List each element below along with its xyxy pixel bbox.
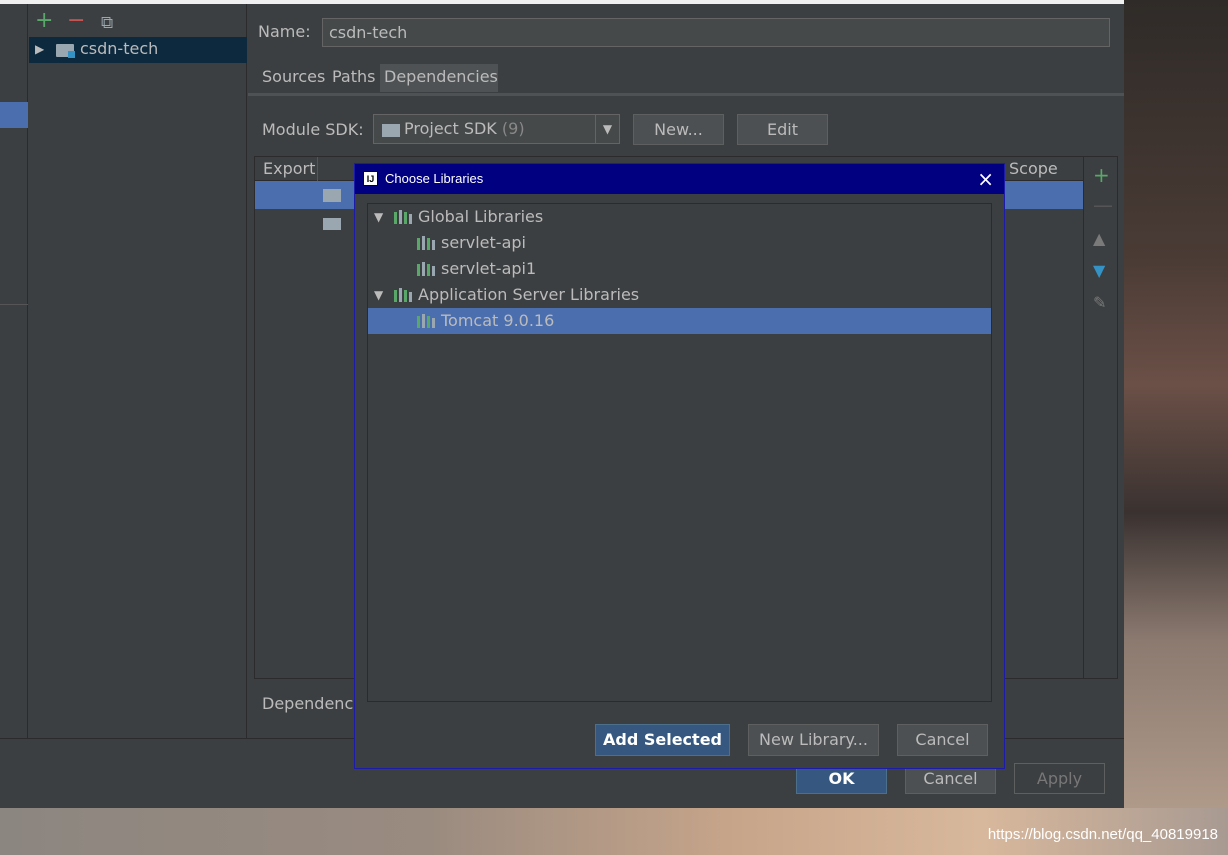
module-folder-icon bbox=[56, 44, 75, 58]
tab-sources[interactable]: Sources bbox=[258, 64, 326, 92]
new-sdk-button[interactable]: New... bbox=[633, 114, 724, 145]
edit-pencil-icon[interactable]: ✎ bbox=[1093, 293, 1106, 312]
move-down-icon[interactable]: ▼ bbox=[1093, 261, 1105, 280]
dependencies-toolbar: + — ▲ ▼ ✎ bbox=[1084, 156, 1118, 679]
dialog-title-bar[interactable]: IJ Choose Libraries × bbox=[355, 164, 1004, 194]
choose-libraries-dialog: IJ Choose Libraries × ▼ Global Libraries… bbox=[354, 163, 1005, 769]
library-icon bbox=[394, 288, 412, 302]
chevron-down-icon[interactable]: ▼ bbox=[595, 115, 619, 143]
tree-node-global-libraries[interactable]: ▼ Global Libraries bbox=[368, 204, 991, 230]
tab-dependencies[interactable]: Dependencies bbox=[380, 64, 498, 92]
module-sdk-select[interactable]: Project SDK (9) ▼ bbox=[373, 114, 620, 144]
libraries-tree: ▼ Global Libraries servlet-api servlet-a… bbox=[367, 203, 992, 702]
library-icon bbox=[417, 314, 435, 328]
module-list-panel: + − ⧉ ▶ csdn-tech bbox=[29, 4, 247, 738]
tree-node-label: Global Libraries bbox=[418, 207, 544, 226]
desktop-wallpaper bbox=[1124, 0, 1228, 855]
tree-node-servlet-api1[interactable]: servlet-api1 bbox=[368, 256, 991, 282]
add-selected-button[interactable]: Add Selected bbox=[595, 724, 730, 756]
settings-nav-selected-item[interactable] bbox=[0, 102, 28, 128]
close-icon[interactable]: × bbox=[977, 167, 994, 191]
module-item-csdn-tech[interactable]: ▶ csdn-tech bbox=[29, 37, 247, 63]
tree-node-label: Tomcat 9.0.16 bbox=[441, 311, 555, 330]
library-icon bbox=[417, 262, 435, 276]
expand-arrow-icon[interactable]: ▶ bbox=[35, 42, 44, 56]
add-module-icon[interactable]: + bbox=[35, 10, 53, 32]
column-divider bbox=[317, 157, 318, 181]
intellij-logo-icon: IJ bbox=[363, 171, 378, 186]
tree-node-application-server-libraries[interactable]: ▼ Application Server Libraries bbox=[368, 282, 991, 308]
remove-dependency-icon[interactable]: — bbox=[1093, 193, 1113, 217]
library-icon bbox=[394, 210, 412, 224]
module-item-label: csdn-tech bbox=[80, 39, 159, 58]
copy-module-icon[interactable]: ⧉ bbox=[101, 12, 113, 34]
watermark: https://blog.csdn.net/qq_40819918 bbox=[987, 826, 1218, 843]
settings-nav-divider bbox=[0, 304, 28, 305]
apply-button[interactable]: Apply bbox=[1014, 763, 1105, 794]
expanded-arrow-icon[interactable]: ▼ bbox=[374, 204, 383, 230]
remove-module-icon[interactable]: − bbox=[67, 10, 85, 32]
name-label: Name: bbox=[258, 22, 311, 41]
dependencies-format-label: Dependenci bbox=[262, 694, 358, 713]
sdk-folder-icon bbox=[382, 124, 400, 137]
col-export-header[interactable]: Export bbox=[263, 159, 315, 178]
tree-node-servlet-api[interactable]: servlet-api bbox=[368, 230, 991, 256]
tab-paths[interactable]: Paths bbox=[328, 64, 376, 92]
module-sdk-label: Module SDK: bbox=[262, 120, 364, 139]
new-library-button[interactable]: New Library... bbox=[748, 724, 879, 756]
tree-node-label: servlet-api1 bbox=[441, 259, 537, 278]
name-input[interactable]: csdn-tech bbox=[322, 18, 1110, 47]
add-dependency-icon[interactable]: + bbox=[1093, 163, 1110, 187]
settings-nav-strip bbox=[0, 4, 28, 738]
tree-node-label: servlet-api bbox=[441, 233, 526, 252]
module-sdk-value: Project SDK (9) bbox=[404, 119, 525, 138]
sdk-folder-icon bbox=[323, 189, 341, 202]
expanded-arrow-icon[interactable]: ▼ bbox=[374, 282, 383, 308]
source-folder-icon bbox=[323, 218, 341, 230]
library-icon bbox=[417, 236, 435, 250]
tree-node-tomcat[interactable]: Tomcat 9.0.16 bbox=[368, 308, 991, 334]
tab-underline bbox=[248, 93, 1124, 96]
dialog-cancel-button[interactable]: Cancel bbox=[897, 724, 988, 756]
edit-sdk-button[interactable]: Edit bbox=[737, 114, 828, 145]
tree-node-label: Application Server Libraries bbox=[418, 285, 640, 304]
col-scope-header[interactable]: Scope bbox=[1009, 159, 1058, 178]
move-up-icon[interactable]: ▲ bbox=[1093, 229, 1105, 248]
dialog-title: Choose Libraries bbox=[385, 171, 484, 186]
